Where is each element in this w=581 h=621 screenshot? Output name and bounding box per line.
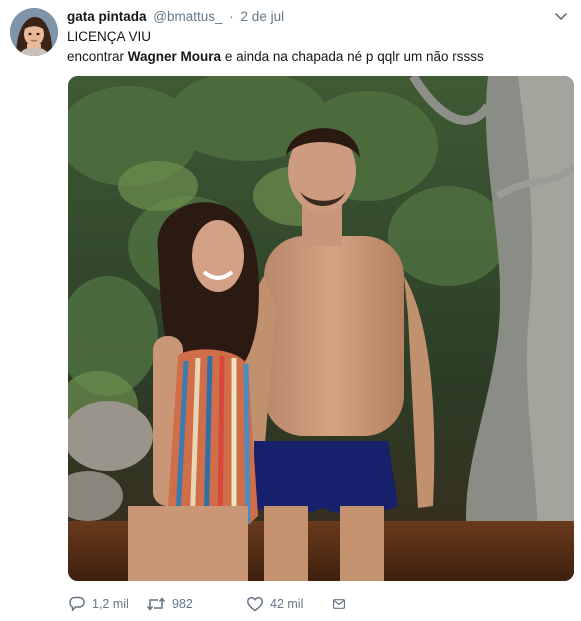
heart-icon [247,596,263,612]
tweet-text-line-2: encontrar Wagner Moura e ainda na chapad… [67,47,567,67]
tweet-date[interactable]: 2 de jul [241,9,285,24]
tweet: gata pintada @bmattus_ · 2 de jul LICENÇ… [0,0,581,621]
author-handle[interactable]: @bmattus_ [153,9,222,24]
tweet-header: gata pintada @bmattus_ · 2 de jul [67,8,284,26]
reply-icon [69,596,85,611]
like-button[interactable]: 42 mil [246,595,332,613]
retweet-button[interactable]: 982 [146,595,238,613]
like-count: 42 mil [270,597,304,611]
chevron-down-icon[interactable] [553,8,569,24]
retweet-icon [146,597,166,611]
tweet-text-after: e ainda na chapada né p qqlr um não rsss… [221,49,484,64]
author-name[interactable]: gata pintada [67,9,147,24]
direct-message-button[interactable] [332,595,352,613]
envelope-icon [332,599,346,609]
tweet-actions: 1,2 mil 982 42 mil [68,594,352,614]
reply-count: 1,2 mil [92,597,129,611]
tweet-text-line-1: LICENÇA VIU [67,29,152,44]
tweet-text: LICENÇA VIU encontrar Wagner Moura e ain… [67,27,567,67]
tweet-text-before: encontrar [67,49,128,64]
tweet-text-bold: Wagner Moura [127,49,222,64]
reply-button[interactable]: 1,2 mil [68,595,138,613]
avatar[interactable] [10,8,58,56]
tweet-photo[interactable] [68,76,574,581]
retweet-count: 982 [172,597,193,611]
separator-dot: · [229,9,234,24]
